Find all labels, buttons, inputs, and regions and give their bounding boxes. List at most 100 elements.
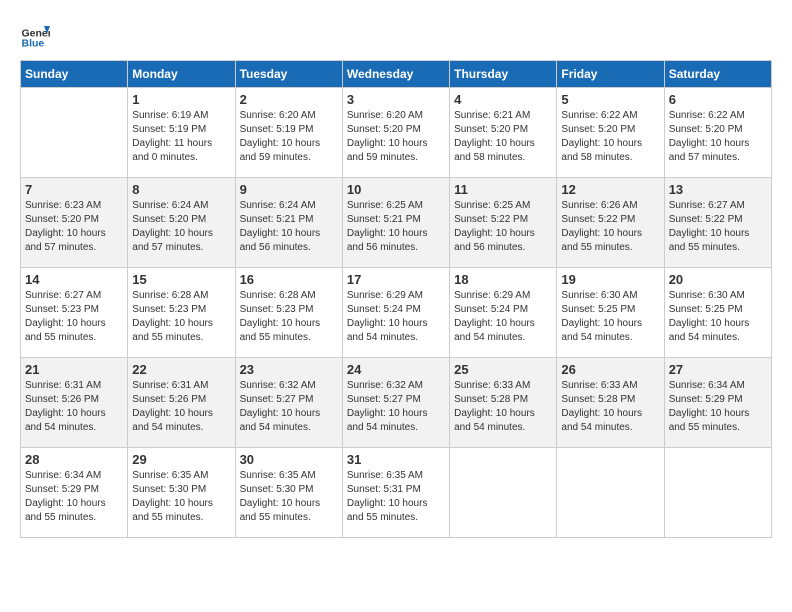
sunrise-text: Sunrise: 6:33 AM bbox=[561, 380, 637, 391]
day-number: 30 bbox=[240, 452, 338, 467]
day-info: Sunrise: 6:23 AM Sunset: 5:20 PM Dayligh… bbox=[25, 199, 123, 255]
sunrise-text: Sunrise: 6:19 AM bbox=[132, 110, 208, 121]
daylight-text: Daylight: 10 hours and 55 minutes. bbox=[347, 498, 428, 523]
sunrise-text: Sunrise: 6:29 AM bbox=[347, 290, 423, 301]
day-info: Sunrise: 6:31 AM Sunset: 5:26 PM Dayligh… bbox=[132, 379, 230, 435]
daylight-text: Daylight: 10 hours and 55 minutes. bbox=[25, 498, 106, 523]
calendar-cell: 13 Sunrise: 6:27 AM Sunset: 5:22 PM Dayl… bbox=[664, 178, 771, 268]
day-info: Sunrise: 6:33 AM Sunset: 5:28 PM Dayligh… bbox=[454, 379, 552, 435]
day-info: Sunrise: 6:30 AM Sunset: 5:25 PM Dayligh… bbox=[561, 289, 659, 345]
calendar-cell: 22 Sunrise: 6:31 AM Sunset: 5:26 PM Dayl… bbox=[128, 358, 235, 448]
day-info: Sunrise: 6:35 AM Sunset: 5:30 PM Dayligh… bbox=[132, 469, 230, 525]
day-info: Sunrise: 6:27 AM Sunset: 5:22 PM Dayligh… bbox=[669, 199, 767, 255]
day-number: 3 bbox=[347, 92, 445, 107]
day-info: Sunrise: 6:29 AM Sunset: 5:24 PM Dayligh… bbox=[454, 289, 552, 345]
day-info: Sunrise: 6:25 AM Sunset: 5:21 PM Dayligh… bbox=[347, 199, 445, 255]
day-number: 29 bbox=[132, 452, 230, 467]
daylight-text: Daylight: 10 hours and 54 minutes. bbox=[669, 318, 750, 343]
calendar-cell: 3 Sunrise: 6:20 AM Sunset: 5:20 PM Dayli… bbox=[342, 88, 449, 178]
daylight-text: Daylight: 10 hours and 58 minutes. bbox=[454, 138, 535, 163]
daylight-text: Daylight: 10 hours and 56 minutes. bbox=[240, 228, 321, 253]
sunset-text: Sunset: 5:22 PM bbox=[561, 214, 635, 225]
day-info: Sunrise: 6:20 AM Sunset: 5:20 PM Dayligh… bbox=[347, 109, 445, 165]
weekday-header: Sunday bbox=[21, 61, 128, 88]
day-number: 2 bbox=[240, 92, 338, 107]
daylight-text: Daylight: 10 hours and 54 minutes. bbox=[347, 318, 428, 343]
daylight-text: Daylight: 10 hours and 55 minutes. bbox=[25, 318, 106, 343]
calendar-cell: 18 Sunrise: 6:29 AM Sunset: 5:24 PM Dayl… bbox=[450, 268, 557, 358]
sunset-text: Sunset: 5:20 PM bbox=[132, 214, 206, 225]
day-info: Sunrise: 6:27 AM Sunset: 5:23 PM Dayligh… bbox=[25, 289, 123, 345]
day-info: Sunrise: 6:26 AM Sunset: 5:22 PM Dayligh… bbox=[561, 199, 659, 255]
day-number: 22 bbox=[132, 362, 230, 377]
day-number: 26 bbox=[561, 362, 659, 377]
calendar-cell: 30 Sunrise: 6:35 AM Sunset: 5:30 PM Dayl… bbox=[235, 448, 342, 538]
sunset-text: Sunset: 5:20 PM bbox=[561, 124, 635, 135]
sunset-text: Sunset: 5:26 PM bbox=[25, 394, 99, 405]
calendar-cell bbox=[21, 88, 128, 178]
logo-icon: General Blue bbox=[20, 20, 50, 50]
sunset-text: Sunset: 5:31 PM bbox=[347, 484, 421, 495]
daylight-text: Daylight: 10 hours and 55 minutes. bbox=[240, 498, 321, 523]
daylight-text: Daylight: 10 hours and 54 minutes. bbox=[240, 408, 321, 433]
calendar-cell: 24 Sunrise: 6:32 AM Sunset: 5:27 PM Dayl… bbox=[342, 358, 449, 448]
calendar-cell: 14 Sunrise: 6:27 AM Sunset: 5:23 PM Dayl… bbox=[21, 268, 128, 358]
daylight-text: Daylight: 10 hours and 55 minutes. bbox=[132, 498, 213, 523]
calendar-cell: 9 Sunrise: 6:24 AM Sunset: 5:21 PM Dayli… bbox=[235, 178, 342, 268]
svg-text:Blue: Blue bbox=[22, 37, 45, 49]
weekday-header: Tuesday bbox=[235, 61, 342, 88]
sunset-text: Sunset: 5:28 PM bbox=[454, 394, 528, 405]
calendar-cell: 1 Sunrise: 6:19 AM Sunset: 5:19 PM Dayli… bbox=[128, 88, 235, 178]
calendar-cell: 7 Sunrise: 6:23 AM Sunset: 5:20 PM Dayli… bbox=[21, 178, 128, 268]
calendar-week-row: 28 Sunrise: 6:34 AM Sunset: 5:29 PM Dayl… bbox=[21, 448, 772, 538]
sunset-text: Sunset: 5:20 PM bbox=[347, 124, 421, 135]
sunrise-text: Sunrise: 6:24 AM bbox=[240, 200, 316, 211]
sunrise-text: Sunrise: 6:29 AM bbox=[454, 290, 530, 301]
weekday-header-row: SundayMondayTuesdayWednesdayThursdayFrid… bbox=[21, 61, 772, 88]
sunrise-text: Sunrise: 6:20 AM bbox=[240, 110, 316, 121]
daylight-text: Daylight: 10 hours and 54 minutes. bbox=[561, 408, 642, 433]
day-number: 21 bbox=[25, 362, 123, 377]
day-number: 28 bbox=[25, 452, 123, 467]
daylight-text: Daylight: 10 hours and 55 minutes. bbox=[561, 228, 642, 253]
logo: General Blue bbox=[20, 20, 50, 50]
calendar-week-row: 7 Sunrise: 6:23 AM Sunset: 5:20 PM Dayli… bbox=[21, 178, 772, 268]
sunrise-text: Sunrise: 6:26 AM bbox=[561, 200, 637, 211]
sunset-text: Sunset: 5:25 PM bbox=[561, 304, 635, 315]
sunset-text: Sunset: 5:27 PM bbox=[347, 394, 421, 405]
day-info: Sunrise: 6:35 AM Sunset: 5:31 PM Dayligh… bbox=[347, 469, 445, 525]
sunset-text: Sunset: 5:19 PM bbox=[132, 124, 206, 135]
sunset-text: Sunset: 5:25 PM bbox=[669, 304, 743, 315]
calendar-cell bbox=[450, 448, 557, 538]
calendar-week-row: 21 Sunrise: 6:31 AM Sunset: 5:26 PM Dayl… bbox=[21, 358, 772, 448]
calendar-cell: 23 Sunrise: 6:32 AM Sunset: 5:27 PM Dayl… bbox=[235, 358, 342, 448]
day-number: 1 bbox=[132, 92, 230, 107]
day-info: Sunrise: 6:30 AM Sunset: 5:25 PM Dayligh… bbox=[669, 289, 767, 345]
day-number: 7 bbox=[25, 182, 123, 197]
day-number: 20 bbox=[669, 272, 767, 287]
calendar-cell: 2 Sunrise: 6:20 AM Sunset: 5:19 PM Dayli… bbox=[235, 88, 342, 178]
calendar-cell: 10 Sunrise: 6:25 AM Sunset: 5:21 PM Dayl… bbox=[342, 178, 449, 268]
sunset-text: Sunset: 5:23 PM bbox=[132, 304, 206, 315]
calendar-week-row: 14 Sunrise: 6:27 AM Sunset: 5:23 PM Dayl… bbox=[21, 268, 772, 358]
day-info: Sunrise: 6:31 AM Sunset: 5:26 PM Dayligh… bbox=[25, 379, 123, 435]
daylight-text: Daylight: 10 hours and 55 minutes. bbox=[132, 318, 213, 343]
sunrise-text: Sunrise: 6:28 AM bbox=[132, 290, 208, 301]
daylight-text: Daylight: 10 hours and 59 minutes. bbox=[240, 138, 321, 163]
day-number: 9 bbox=[240, 182, 338, 197]
sunset-text: Sunset: 5:24 PM bbox=[347, 304, 421, 315]
daylight-text: Daylight: 10 hours and 56 minutes. bbox=[454, 228, 535, 253]
day-info: Sunrise: 6:28 AM Sunset: 5:23 PM Dayligh… bbox=[132, 289, 230, 345]
day-info: Sunrise: 6:20 AM Sunset: 5:19 PM Dayligh… bbox=[240, 109, 338, 165]
sunset-text: Sunset: 5:23 PM bbox=[240, 304, 314, 315]
day-info: Sunrise: 6:34 AM Sunset: 5:29 PM Dayligh… bbox=[25, 469, 123, 525]
calendar-cell: 19 Sunrise: 6:30 AM Sunset: 5:25 PM Dayl… bbox=[557, 268, 664, 358]
sunset-text: Sunset: 5:20 PM bbox=[454, 124, 528, 135]
calendar-cell: 31 Sunrise: 6:35 AM Sunset: 5:31 PM Dayl… bbox=[342, 448, 449, 538]
calendar-cell: 16 Sunrise: 6:28 AM Sunset: 5:23 PM Dayl… bbox=[235, 268, 342, 358]
sunset-text: Sunset: 5:21 PM bbox=[240, 214, 314, 225]
calendar-cell: 17 Sunrise: 6:29 AM Sunset: 5:24 PM Dayl… bbox=[342, 268, 449, 358]
sunset-text: Sunset: 5:29 PM bbox=[669, 394, 743, 405]
sunset-text: Sunset: 5:19 PM bbox=[240, 124, 314, 135]
sunrise-text: Sunrise: 6:25 AM bbox=[454, 200, 530, 211]
